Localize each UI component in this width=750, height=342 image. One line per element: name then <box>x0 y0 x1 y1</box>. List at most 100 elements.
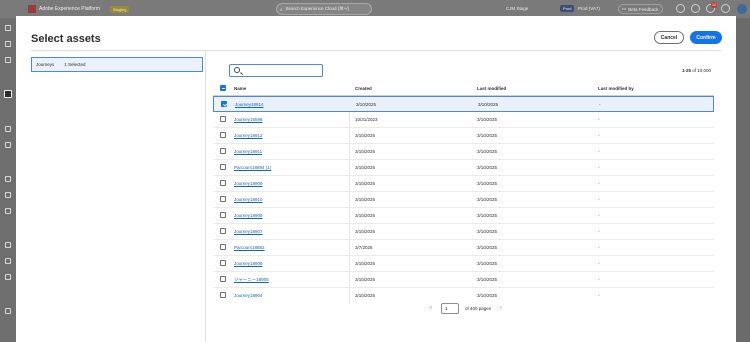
environment-badge: Staging <box>109 5 130 13</box>
row-checkbox[interactable] <box>220 164 226 170</box>
asset-name-link[interactable]: Journey18914 <box>235 102 264 107</box>
last-modified-by: - <box>598 133 600 138</box>
last-modified-date: 3/10/2025 <box>477 213 498 218</box>
adobe-logo-icon <box>28 5 36 13</box>
row-checkbox[interactable] <box>220 196 226 202</box>
asset-table-body[interactable]: Journey18914 3/10/2025 3/10/2025- Journey15… <box>213 96 714 298</box>
asset-name-link[interactable]: Journey18906 <box>234 261 263 266</box>
page-number-input[interactable] <box>441 302 459 314</box>
next-page-icon[interactable]: › <box>497 303 505 313</box>
table-row[interactable]: Parcours18882 3/7/2025 3/10/2025 - <box>213 240 714 256</box>
created-date: 3/10/2025 <box>355 181 376 186</box>
select-all-checkbox[interactable] <box>220 85 226 91</box>
select-assets-dialog: Select assets Cancel Confirm Journeys 1 … <box>16 16 736 342</box>
asset-name-link[interactable]: Parcours18882 <box>234 245 265 250</box>
home-icon[interactable] <box>5 25 11 31</box>
last-modified-by: - <box>598 245 600 250</box>
row-checkbox[interactable] <box>220 276 226 282</box>
settings-icon[interactable] <box>5 308 11 314</box>
created-date: 3/10/2025 <box>355 261 376 266</box>
table-row[interactable]: Parcours18894 (1) 3/10/2025 3/10/2025 - <box>213 160 714 176</box>
row-checkbox[interactable] <box>220 292 226 298</box>
table-row[interactable]: Journey15598 10/31/2023 3/10/2025 - <box>213 112 714 128</box>
table-row[interactable]: Journey18904 3/10/2025 3/10/2025 - <box>213 288 714 298</box>
table-row[interactable]: Journey18914 3/10/2025 3/10/2025 - <box>213 96 714 112</box>
range-total: of 10,000 <box>691 68 712 73</box>
row-checkbox[interactable] <box>220 260 226 266</box>
beta-feedback-button[interactable]: ▭ Beta Feedback <box>618 4 663 14</box>
selection-summary-item[interactable]: Journeys 1 Selected <box>31 57 203 72</box>
asset-name-link[interactable]: Journey18910 <box>234 197 263 202</box>
asset-search[interactable] <box>229 64 323 77</box>
last-modified-by: - <box>598 261 600 266</box>
profiles-icon[interactable] <box>5 176 11 182</box>
sandbox-switcher[interactable]: Prod (VA7) <box>578 6 600 11</box>
range-bold: 1-25 <box>682 68 692 73</box>
created-date: 3/10/2025 <box>355 133 376 138</box>
alerts-icon[interactable] <box>5 274 11 280</box>
global-search[interactable]: ⌕ Search Experience Cloud (⌘+/) <box>276 3 372 15</box>
global-search-placeholder: Search Experience Cloud (⌘+/) <box>285 6 350 11</box>
schemas-icon[interactable] <box>5 208 11 214</box>
row-checkbox[interactable] <box>220 132 226 138</box>
product-name[interactable]: Adobe Experience Platform <box>39 6 100 12</box>
column-name[interactable]: Name <box>234 86 246 91</box>
chat-icon[interactable] <box>676 4 685 13</box>
row-checkbox[interactable] <box>220 212 226 218</box>
row-checkbox[interactable] <box>220 228 226 234</box>
asset-name-link[interactable]: Journey18908 <box>234 213 263 218</box>
campaigns-icon[interactable] <box>5 57 11 63</box>
journeys-icon[interactable] <box>5 41 11 47</box>
prod-badge: Prod <box>560 5 575 12</box>
active-nav-icon[interactable] <box>4 90 12 98</box>
column-last-modified-by[interactable]: Last modified by <box>598 86 634 91</box>
row-checkbox[interactable] <box>220 116 226 122</box>
table-row[interactable]: Journey18906 3/10/2025 3/10/2025 - <box>213 256 714 272</box>
avatar[interactable] <box>737 4 747 14</box>
created-date: 3/10/2025 <box>355 149 376 154</box>
row-checkbox[interactable] <box>220 148 226 154</box>
last-modified-date: 3/10/2025 <box>477 261 498 266</box>
apps-grid-icon[interactable] <box>721 4 730 13</box>
last-modified-by: - <box>598 229 600 234</box>
asset-name-link[interactable]: Journey18911 <box>234 149 262 154</box>
table-row[interactable]: Journey18912 3/10/2025 3/10/2025 - <box>213 128 714 144</box>
asset-name-link[interactable]: Journey18904 <box>234 293 263 298</box>
table-row[interactable]: Journey18908 3/10/2025 3/10/2025 - <box>213 208 714 224</box>
prev-page-icon[interactable]: ‹ <box>427 303 435 313</box>
table-row[interactable]: Journey18911 3/10/2025 3/10/2025 - <box>213 144 714 160</box>
last-modified-date: 3/10/2025 <box>477 229 498 234</box>
asset-name-link[interactable]: Journey18912 <box>234 133 263 138</box>
asset-name-link[interactable]: Journey18909 <box>234 181 263 186</box>
row-checkbox[interactable] <box>220 180 226 186</box>
row-checkbox[interactable] <box>221 101 227 107</box>
created-date: 3/10/2025 <box>355 197 376 202</box>
page-count: of 400 pages <box>465 305 492 311</box>
asset-name-link[interactable]: ジャーニー18905 <box>234 277 269 283</box>
reports-icon[interactable] <box>5 258 11 264</box>
help-icon[interactable] <box>691 4 700 13</box>
channels-icon[interactable] <box>5 242 11 248</box>
confirm-button[interactable]: Confirm <box>690 31 722 44</box>
last-modified-by: - <box>598 117 600 122</box>
cancel-button[interactable]: Cancel <box>654 31 684 44</box>
selection-panel: Journeys 1 Selected <box>16 51 206 342</box>
asset-name-link[interactable]: Journey18907 <box>234 229 263 234</box>
table-row[interactable]: ジャーニー18905 3/10/2025 3/10/2025 - <box>213 272 714 288</box>
column-created[interactable]: Created <box>355 86 372 91</box>
segments-icon[interactable] <box>5 192 11 198</box>
asset-name-link[interactable]: Parcours18894 (1) <box>234 165 271 170</box>
notifications-icon[interactable] <box>706 2 717 13</box>
table-row[interactable]: Journey18907 3/10/2025 3/10/2025 - <box>213 224 714 240</box>
asset-name-link[interactable]: Journey15598 <box>234 117 263 122</box>
search-icon: ⌕ <box>280 6 283 12</box>
content-icon[interactable] <box>5 126 11 132</box>
last-modified-by: - <box>598 181 600 186</box>
asset-search-input[interactable] <box>244 66 320 75</box>
column-last-modified[interactable]: Last modified <box>477 86 506 91</box>
table-row[interactable]: Journey18910 3/10/2025 3/10/2025 - <box>213 192 714 208</box>
table-row[interactable]: Journey18909 3/10/2025 3/10/2025 - <box>213 176 714 192</box>
last-modified-date: 3/10/2025 <box>477 149 498 154</box>
decisions-icon[interactable] <box>5 142 11 148</box>
row-checkbox[interactable] <box>220 244 226 250</box>
